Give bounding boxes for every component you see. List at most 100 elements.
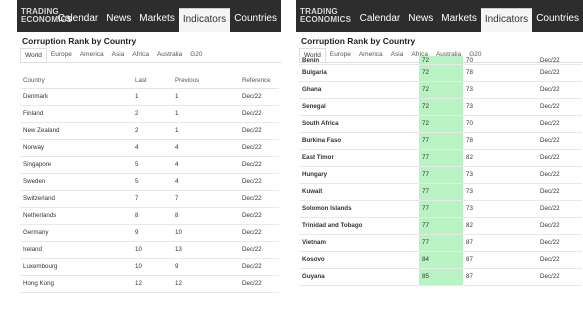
country-cell[interactable]: Netherlands	[20, 207, 132, 225]
nav-countries[interactable]: Countries	[230, 8, 281, 32]
nav-calendar[interactable]: Calendar	[356, 8, 405, 32]
country-cell[interactable]: Senegal	[299, 98, 419, 116]
last-cell: 4	[132, 139, 172, 157]
top-navbar: TRADING ECONOMICS Calendar News Markets Ind…	[17, 0, 281, 32]
page-title: Corruption Rank by Country	[22, 36, 137, 46]
tab-asia[interactable]: Asia	[108, 48, 129, 62]
country-cell[interactable]: Kosovo	[299, 251, 419, 269]
tab-america[interactable]: America	[76, 48, 108, 62]
main-nav: Calendar News Markets Indicators Countries	[54, 8, 281, 32]
nav-markets[interactable]: Markets	[437, 8, 481, 32]
country-cell[interactable]: Burkina Faso	[299, 132, 419, 150]
last-cell: 72	[419, 56, 463, 65]
last-cell: 84	[419, 251, 463, 269]
country-cell[interactable]: Sweden	[20, 173, 132, 191]
country-cell[interactable]: Hungary	[299, 166, 419, 184]
nav-countries[interactable]: Countries	[532, 8, 583, 32]
tab-g20[interactable]: G20	[186, 48, 206, 62]
country-cell[interactable]: Switzerland	[20, 190, 132, 208]
table-row[interactable]: Hong Kong 12 12 Dec/22	[20, 275, 279, 293]
table-row[interactable]: Luxembourg 10 9 Dec/22	[20, 258, 279, 276]
country-cell[interactable]: Finland	[20, 105, 132, 123]
reference-cell: Dec/22	[537, 234, 582, 252]
country-cell[interactable]: Denmark	[20, 88, 132, 106]
country-cell[interactable]: Ireland	[20, 241, 132, 259]
country-cell[interactable]: New Zealand	[20, 122, 132, 140]
country-cell[interactable]: Luxembourg	[20, 258, 132, 276]
nav-news[interactable]: News	[102, 8, 135, 32]
tab-australia[interactable]: Australia	[153, 48, 186, 62]
table-row[interactable]: Solomon Islands 77 73 Dec/22	[299, 200, 582, 218]
country-cell[interactable]: Germany	[20, 224, 132, 242]
country-cell[interactable]: Vietnam	[299, 234, 419, 252]
table-row[interactable]: Germany 9 10 Dec/22	[20, 224, 279, 242]
reference-cell: Dec/22	[537, 183, 582, 201]
table-row[interactable]: Singapore 5 4 Dec/22	[20, 156, 279, 174]
table-row[interactable]: Kosovo 84 87 Dec/22	[299, 251, 582, 269]
table-row-partial[interactable]: Benin 72 70 Dec/22	[299, 56, 582, 65]
reference-cell: Dec/22	[537, 132, 582, 150]
last-cell: 85	[419, 268, 463, 286]
nav-indicators[interactable]: Indicators	[480, 8, 533, 32]
table-row[interactable]: Ghana 72 73 Dec/22	[299, 81, 582, 99]
table-row[interactable]: New Zealand 2 1 Dec/22	[20, 122, 279, 140]
table-row[interactable]: Guyana 85 87 Dec/22	[299, 268, 582, 286]
country-cell[interactable]: Norway	[20, 139, 132, 157]
country-cell[interactable]: Ghana	[299, 81, 419, 99]
page-title: Corruption Rank by Country	[301, 36, 416, 46]
nav-calendar[interactable]: Calendar	[54, 8, 103, 32]
previous-cell: 70	[463, 56, 537, 65]
table-row[interactable]: Denmark 1 1 Dec/22	[20, 88, 279, 106]
header-country[interactable]: Country	[20, 73, 132, 89]
last-cell: 2	[132, 122, 172, 140]
country-cell[interactable]: Benin	[299, 56, 419, 65]
table-header-row: Country Last Previous Reference	[20, 73, 279, 89]
country-cell[interactable]: Trinidad and Tobago	[299, 217, 419, 235]
table-row[interactable]: Ireland 10 13 Dec/22	[20, 241, 279, 259]
table-row[interactable]: South Africa 72 70 Dec/22	[299, 115, 582, 133]
table-row[interactable]: Switzerland 7 7 Dec/22	[20, 190, 279, 208]
tab-europe[interactable]: Europe	[47, 48, 76, 62]
country-cell[interactable]: Hong Kong	[20, 275, 132, 293]
reference-cell: Dec/22	[239, 190, 279, 208]
table-row[interactable]: East Timor 77 82 Dec/22	[299, 149, 582, 167]
table-row[interactable]: Trinidad and Tobago 77 82 Dec/22	[299, 217, 582, 235]
site-logo[interactable]: TRADING ECONOMICS	[300, 8, 351, 24]
tab-world[interactable]: World	[20, 48, 47, 62]
table-row[interactable]: Finland 2 1 Dec/22	[20, 105, 279, 123]
previous-cell: 73	[463, 183, 537, 201]
table-row[interactable]: Netherlands 8 8 Dec/22	[20, 207, 279, 225]
table-row[interactable]: Bulgaria 72 78 Dec/22	[299, 64, 582, 82]
table-row[interactable]: Kuwait 77 73 Dec/22	[299, 183, 582, 201]
table-row[interactable]: Senegal 72 73 Dec/22	[299, 98, 582, 116]
header-reference[interactable]: Reference	[239, 73, 279, 89]
table-row[interactable]: Burkina Faso 77 78 Dec/22	[299, 132, 582, 150]
header-previous[interactable]: Previous	[172, 73, 239, 89]
reference-cell: Dec/22	[239, 207, 279, 225]
header-last[interactable]: Last	[132, 73, 172, 89]
previous-cell: 1	[172, 105, 239, 123]
country-cell[interactable]: Kuwait	[299, 183, 419, 201]
table-row[interactable]: Norway 4 4 Dec/22	[20, 139, 279, 157]
last-cell: 10	[132, 258, 172, 276]
nav-markets[interactable]: Markets	[135, 8, 179, 32]
country-cell[interactable]: Solomon Islands	[299, 200, 419, 218]
tab-africa[interactable]: Africa	[128, 48, 153, 62]
reference-cell: Dec/22	[537, 115, 582, 133]
country-cell[interactable]: South Africa	[299, 115, 419, 133]
country-cell[interactable]: Guyana	[299, 268, 419, 286]
last-cell: 72	[419, 98, 463, 116]
previous-cell: 1	[172, 122, 239, 140]
nav-indicators[interactable]: Indicators	[178, 8, 231, 32]
table-row[interactable]: Vietnam 77 87 Dec/22	[299, 234, 582, 252]
country-cell[interactable]: Bulgaria	[299, 64, 419, 82]
country-cell[interactable]: Singapore	[20, 156, 132, 174]
reference-cell: Dec/22	[537, 251, 582, 269]
previous-cell: 1	[172, 88, 239, 106]
reference-cell: Dec/22	[239, 156, 279, 174]
table-row[interactable]: Hungary 77 73 Dec/22	[299, 166, 582, 184]
last-cell: 9	[132, 224, 172, 242]
nav-news[interactable]: News	[404, 8, 437, 32]
country-cell[interactable]: East Timor	[299, 149, 419, 167]
table-row[interactable]: Sweden 5 4 Dec/22	[20, 173, 279, 191]
